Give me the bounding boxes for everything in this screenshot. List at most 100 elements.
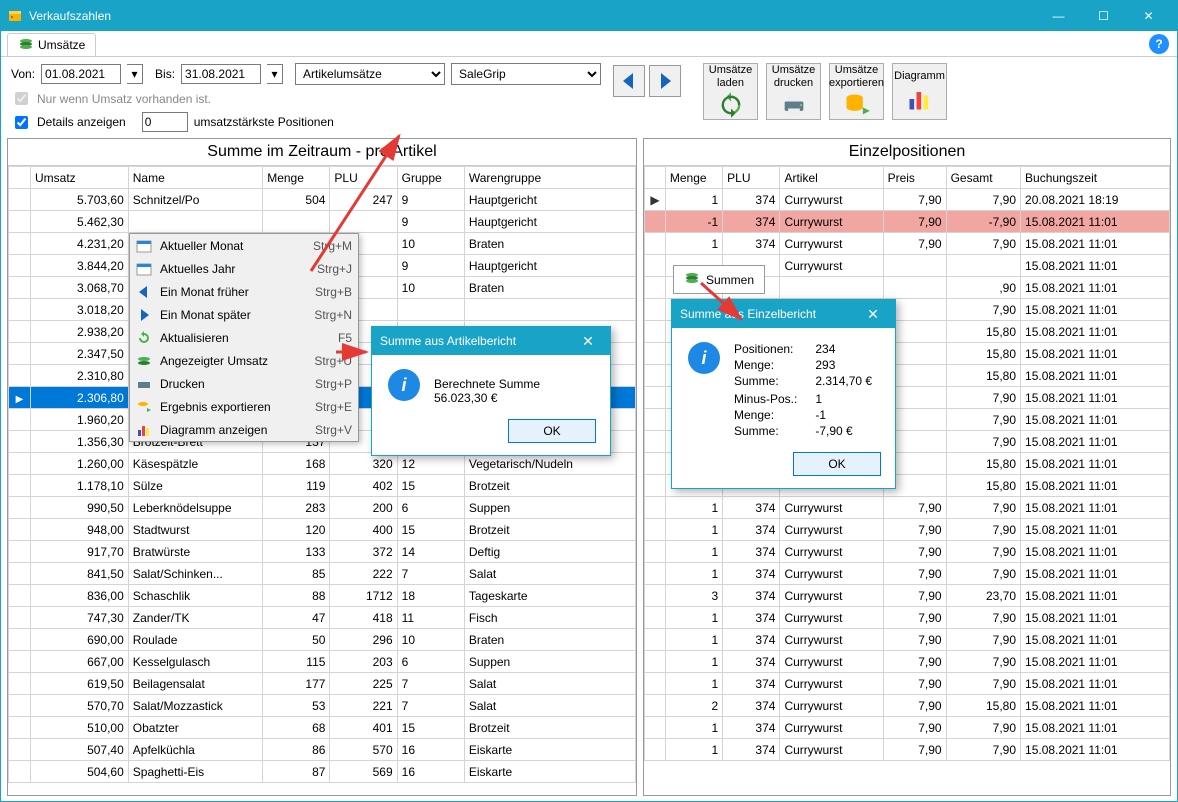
table-row[interactable]: 948,00Stadtwurst12040015Brotzeit <box>9 519 636 541</box>
menu-item[interactable]: Diagramm anzeigenStrg+V <box>130 418 358 441</box>
bis-date-dropdown[interactable]: ▾ <box>267 64 283 84</box>
table-row[interactable]: 1374Currywurst7,907,9015.08.2021 11:01 <box>645 651 1170 673</box>
column-header[interactable]: Gesamt <box>946 167 1020 189</box>
table-row[interactable]: 747,30Zander/TK4741811Fisch <box>9 607 636 629</box>
menu-item[interactable]: DruckenStrg+P <box>130 372 358 395</box>
cell: 1 <box>665 607 722 629</box>
cell: Currywurst <box>780 585 883 607</box>
cell: 15.08.2021 11:01 <box>1021 431 1170 453</box>
table-row[interactable]: 990,50Leberknödelsuppe2832006Suppen <box>9 497 636 519</box>
table-row[interactable]: 690,00Roulade5029610Braten <box>9 629 636 651</box>
table-row[interactable]: 1374Currywurst7,907,9015.08.2021 11:01 <box>645 673 1170 695</box>
table-row[interactable]: 1374Currywurst7,907,9015.08.2021 11:01 <box>645 519 1170 541</box>
table-row[interactable]: 1374Currywurst7,907,9015.08.2021 11:01 <box>645 717 1170 739</box>
menu-item[interactable]: Angezeigter UmsatzStrg+U <box>130 349 358 372</box>
load-button[interactable]: Umsätze laden <box>703 63 758 120</box>
cell: 18 <box>397 585 464 607</box>
cell: Currywurst <box>780 563 883 585</box>
dialog-close-icon[interactable]: ✕ <box>859 306 887 323</box>
dialog-titlebar[interactable]: Summe aus Einzelbericht ✕ <box>672 300 895 328</box>
column-header[interactable]: Preis <box>883 167 946 189</box>
export-button[interactable]: Umsätze exportieren <box>829 63 884 120</box>
column-header[interactable]: PLU <box>330 167 397 189</box>
menu-item[interactable]: AktualisierenF5 <box>130 326 358 349</box>
table-row[interactable]: 1.178,10Sülze11940215Brotzeit <box>9 475 636 497</box>
table-row[interactable]: 1374Currywurst7,907,9015.08.2021 11:01 <box>645 497 1170 519</box>
table-row[interactable]: 1374Currywurst7,907,9015.08.2021 11:01 <box>645 233 1170 255</box>
summen-tooltip[interactable]: Summen <box>673 265 765 294</box>
von-date-input[interactable] <box>41 64 121 84</box>
cell: 747,30 <box>31 607 129 629</box>
titlebar[interactable]: Verkaufszahlen ― ☐ ✕ <box>1 1 1177 31</box>
top-n-input[interactable] <box>142 112 188 132</box>
table-row[interactable]: ▶1374Currywurst7,907,9020.08.2021 18:19 <box>645 189 1170 211</box>
column-header[interactable]: Name <box>128 167 262 189</box>
table-row[interactable]: 1374Currywurst7,907,9015.08.2021 11:01 <box>645 563 1170 585</box>
table-row[interactable]: 510,00Obatzter6840115Brotzeit <box>9 717 636 739</box>
table-row[interactable]: 1374Currywurst7,907,9015.08.2021 11:01 <box>645 607 1170 629</box>
report-type-select[interactable]: Artikelumsätze <box>295 63 445 85</box>
column-header[interactable]: Umsatz <box>31 167 129 189</box>
minimize-button[interactable]: ― <box>1036 1 1081 31</box>
ok-button[interactable]: OK <box>508 419 596 443</box>
menu-item[interactable]: Aktueller MonatStrg+M <box>130 234 358 257</box>
tab-umsaetze[interactable]: Umsätze <box>7 33 96 56</box>
cell: Käsespätzle <box>128 453 262 475</box>
menu-item[interactable]: Aktuelles JahrStrg+J <box>130 257 358 280</box>
column-header[interactable]: Buchungszeit <box>1021 167 1170 189</box>
bis-date-input[interactable] <box>181 64 261 84</box>
prev-button[interactable] <box>613 65 645 97</box>
von-date-dropdown[interactable]: ▾ <box>127 64 143 84</box>
toolbar: Von: ▾ Bis: ▾ Artikelumsätze SaleGrip Nu… <box>1 57 1177 138</box>
table-row[interactable]: 1374Currywurst7,907,9015.08.2021 11:01 <box>645 739 1170 761</box>
close-button[interactable]: ✕ <box>1126 1 1171 31</box>
group-select[interactable]: SaleGrip <box>451 63 601 85</box>
menu-item-shortcut: Strg+E <box>315 400 352 414</box>
column-header[interactable]: Artikel <box>780 167 883 189</box>
table-row[interactable]: 507,40Apfelküchla8657016Eiskarte <box>9 739 636 761</box>
menu-item[interactable]: Ein Monat früherStrg+B <box>130 280 358 303</box>
cell: Schaschlik <box>128 585 262 607</box>
cell: 690,00 <box>31 629 129 651</box>
menu-item[interactable]: Ergebnis exportierenStrg+E <box>130 395 358 418</box>
menu-item-label: Ein Monat früher <box>160 285 295 299</box>
table-row[interactable]: 836,00Schaschlik88171218Tageskarte <box>9 585 636 607</box>
cell: 1712 <box>330 585 397 607</box>
next-button[interactable] <box>649 65 681 97</box>
chart-button[interactable]: Diagramm <box>892 63 947 120</box>
cell: Currywurst <box>780 629 883 651</box>
column-header[interactable]: Menge <box>263 167 330 189</box>
refresh-icon <box>136 330 152 346</box>
menu-item-label: Aktuelles Jahr <box>160 262 297 276</box>
cell: 7,90 <box>946 299 1020 321</box>
cell: Currywurst <box>780 255 883 277</box>
column-header[interactable]: Warengruppe <box>464 167 635 189</box>
column-header[interactable]: Menge <box>665 167 722 189</box>
print-button[interactable]: Umsätze drucken <box>766 63 821 120</box>
table-row[interactable]: 3374Currywurst7,9023,7015.08.2021 11:01 <box>645 585 1170 607</box>
cell: 7,90 <box>946 431 1020 453</box>
table-row[interactable]: 619,50Beilagensalat1772257Salat <box>9 673 636 695</box>
table-row[interactable]: 1374Currywurst7,907,9015.08.2021 11:01 <box>645 629 1170 651</box>
table-row[interactable]: 1374Currywurst7,907,9015.08.2021 11:01 <box>645 541 1170 563</box>
table-row[interactable]: 504,60Spaghetti-Eis8756916Eiskarte <box>9 761 636 783</box>
row-marker <box>9 717 31 739</box>
dialog-close-icon[interactable]: ✕ <box>574 333 602 350</box>
table-row[interactable]: 5.462,309Hauptgericht <box>9 211 636 233</box>
maximize-button[interactable]: ☐ <box>1081 1 1126 31</box>
column-header[interactable]: Gruppe <box>397 167 464 189</box>
ok-button[interactable]: OK <box>793 452 881 476</box>
details-checkbox[interactable] <box>15 116 28 129</box>
table-row[interactable]: 2374Currywurst7,9015,8015.08.2021 11:01 <box>645 695 1170 717</box>
column-header[interactable]: PLU <box>723 167 780 189</box>
dialog-titlebar[interactable]: Summe aus Artikelbericht ✕ <box>372 327 610 355</box>
menu-item[interactable]: Ein Monat späterStrg+N <box>130 303 358 326</box>
table-row[interactable]: 841,50Salat/Schinken...852227Salat <box>9 563 636 585</box>
table-row[interactable]: 570,70Salat/Mozzastick532217Salat <box>9 695 636 717</box>
table-row[interactable]: -1374Currywurst7,90-7,9015.08.2021 11:01 <box>645 211 1170 233</box>
table-row[interactable]: 917,70Bratwürste13337214Deftig <box>9 541 636 563</box>
kv-value: -1 <box>815 408 872 422</box>
table-row[interactable]: 667,00Kesselgulasch1152036Suppen <box>9 651 636 673</box>
table-row[interactable]: 5.703,60Schnitzel/Po5042479Hauptgericht <box>9 189 636 211</box>
help-button[interactable]: ? <box>1149 34 1169 54</box>
